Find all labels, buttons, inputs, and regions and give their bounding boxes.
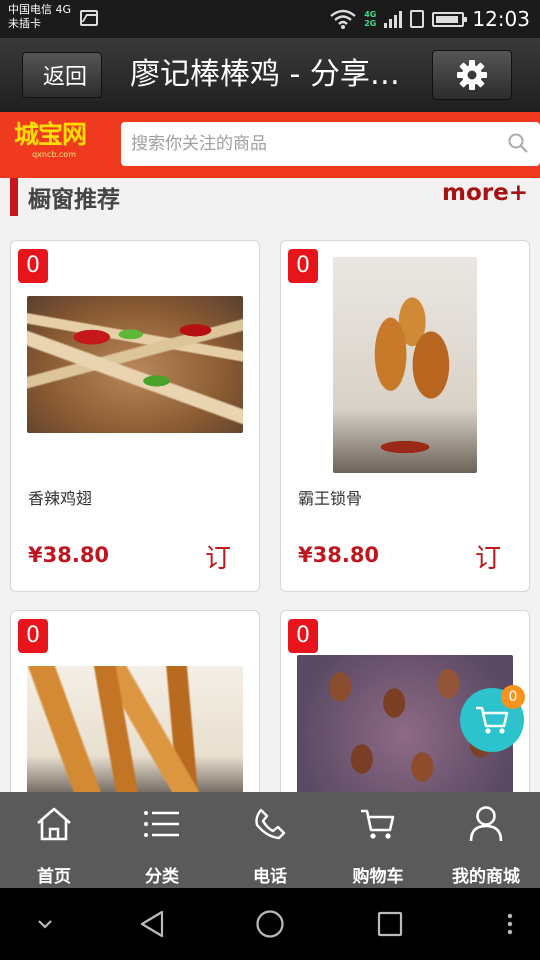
page-title: 廖记棒棒鸡 - 分享… (130, 57, 400, 92)
square-recents-icon (377, 911, 403, 937)
product-image[interactable] (333, 257, 477, 473)
site-logo[interactable]: 城宝网 qxncb.com (14, 120, 104, 170)
signal-icon (384, 10, 403, 28)
carrier-name: 中国电信 4G (8, 3, 72, 16)
product-image[interactable] (27, 666, 243, 792)
triangle-back-icon (140, 910, 164, 938)
more-vertical-icon (507, 913, 513, 935)
search-icon[interactable] (508, 133, 528, 153)
product-card[interactable]: 0 霸王锁骨 ¥38.80 订 (280, 240, 530, 592)
product-feed[interactable]: 橱窗推荐 more+ 0 香辣鸡翅 ¥38.80 订 0 霸王锁骨 ¥38.80… (0, 178, 540, 792)
nav-phone[interactable]: 电话 (216, 792, 324, 888)
wifi-icon (330, 9, 356, 29)
chevron-down-icon (38, 920, 52, 929)
recents-nav-button[interactable] (372, 906, 408, 942)
title-bar: 返回 廖记棒棒鸡 - 分享… (0, 38, 540, 112)
clock: 12:03 (472, 7, 530, 31)
section-title: 橱窗推荐 (28, 187, 120, 213)
gear-icon (457, 60, 487, 90)
status-bar: 中国电信 4G 未插卡 4G 2G 12:03 (0, 0, 540, 38)
list-icon (144, 811, 179, 837)
user-icon (469, 806, 503, 842)
nav-label: 电话 (253, 867, 287, 887)
nav-cart[interactable]: 购物车 (324, 792, 432, 888)
more-link[interactable]: more+ (442, 180, 528, 206)
system-nav-bar (0, 888, 540, 960)
image-notification-icon (80, 10, 98, 26)
section-accent-bar (10, 178, 18, 216)
back-button[interactable]: 返回 (22, 52, 102, 98)
search-input[interactable] (121, 122, 540, 166)
carrier-info: 中国电信 4G 未插卡 (8, 3, 71, 31)
sim-icon (410, 10, 425, 28)
circle-home-icon (256, 910, 284, 938)
cart-icon (476, 706, 509, 734)
settings-button[interactable] (432, 50, 512, 100)
product-name[interactable]: 霸王锁骨 (298, 485, 362, 509)
count-badge: 0 (288, 249, 318, 283)
back-nav-button[interactable] (134, 906, 170, 942)
more-options-button[interactable] (500, 906, 520, 942)
count-badge: 0 (288, 619, 318, 653)
cart-count-badge: 0 (501, 685, 525, 709)
product-card[interactable]: 0 香辣鸡翅 ¥38.80 订 (10, 240, 260, 592)
order-button[interactable]: 订 (475, 538, 501, 575)
search-bar: 城宝网 qxncb.com (0, 112, 540, 178)
network-type: 4G 2G (364, 10, 377, 28)
status-icons: 4G 2G 12:03 (330, 6, 530, 32)
nav-my-shop[interactable]: 我的商城 (432, 792, 540, 888)
count-badge: 0 (18, 249, 48, 283)
product-price: ¥38.80 (28, 543, 110, 567)
nav-label: 购物车 (352, 867, 404, 887)
section-header: 橱窗推荐 more+ (0, 178, 540, 220)
sim-status: 未插卡 (8, 17, 41, 30)
home-nav-button[interactable] (252, 906, 288, 942)
nav-category[interactable]: 分类 (108, 792, 216, 888)
home-icon (37, 807, 71, 841)
cart-icon (361, 809, 395, 839)
bottom-nav: 首页 分类 电话 购物车 我的商城 (0, 792, 540, 888)
search-box[interactable] (121, 122, 540, 166)
nav-label: 我的商城 (452, 867, 520, 887)
battery-icon (432, 11, 468, 27)
nav-label: 首页 (37, 867, 71, 887)
nav-home[interactable]: 首页 (0, 792, 108, 888)
product-image[interactable] (27, 296, 243, 433)
product-name[interactable]: 香辣鸡翅 (28, 485, 92, 509)
order-button[interactable]: 订 (205, 538, 231, 575)
collapse-button[interactable] (30, 906, 60, 942)
nav-label: 分类 (145, 867, 179, 887)
product-price: ¥38.80 (298, 543, 380, 567)
count-badge: 0 (18, 619, 48, 653)
product-card[interactable]: 0 (10, 610, 260, 792)
phone-icon (255, 808, 286, 840)
